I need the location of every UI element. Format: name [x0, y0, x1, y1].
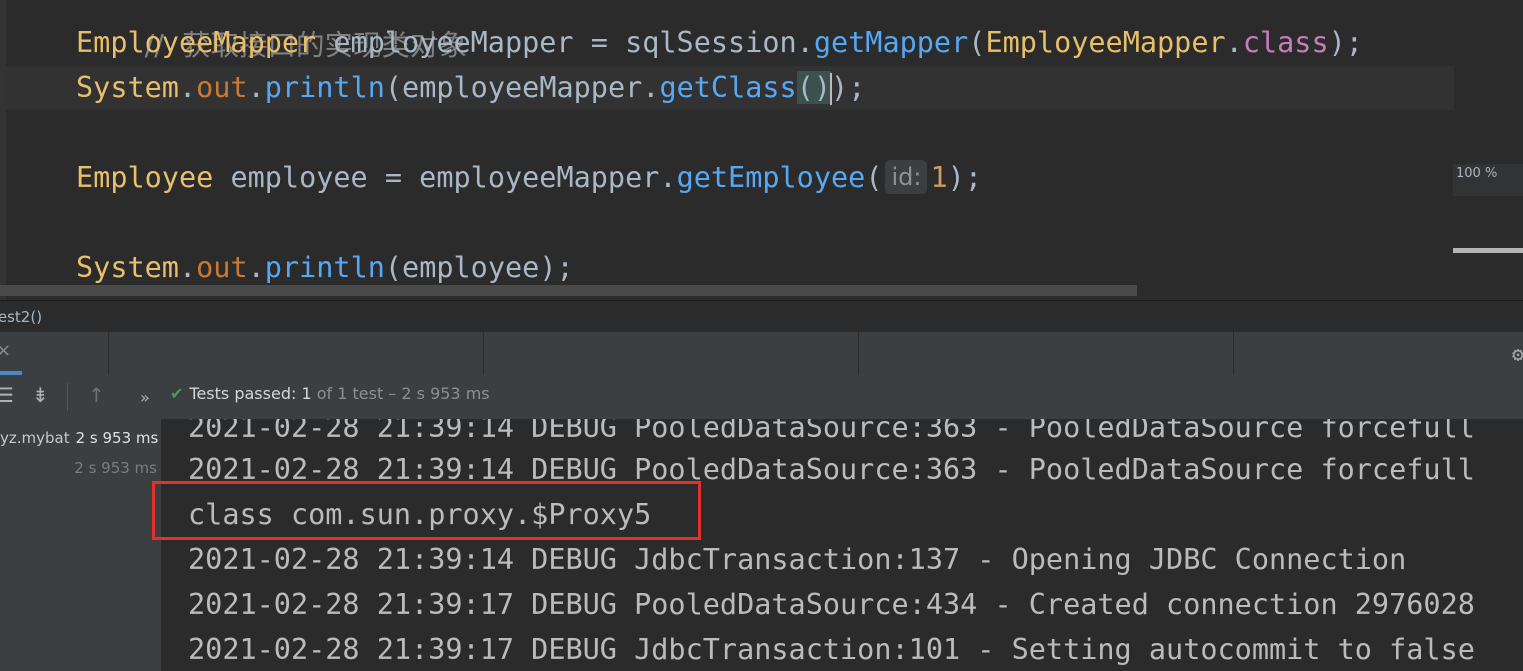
- token-punc: (: [865, 161, 883, 194]
- breadcrumb[interactable]: test2(): [0, 300, 1523, 333]
- toolbar-divider: [67, 383, 68, 411]
- token-punc: (: [968, 26, 986, 59]
- token-var: employee = employeeMapper.: [213, 161, 677, 194]
- token-field: out: [196, 251, 248, 284]
- token-method: println: [264, 251, 385, 284]
- code-line-getemployee[interactable]: Employee employee = employeeMapper.getEm…: [76, 155, 982, 200]
- tab-divider: [858, 332, 859, 375]
- code-editor[interactable]: // 获取接口的实现类对象 EmployeeMapper employeeMap…: [0, 0, 1523, 300]
- token-var: employeeMapper = sqlSession.: [316, 26, 814, 59]
- token-punc: );: [831, 71, 866, 104]
- token-punc: .: [247, 71, 265, 104]
- code-line-println-getclass[interactable]: System.out.println(employeeMapper.getCla…: [76, 65, 865, 110]
- bracket-match-highlight: (): [796, 71, 832, 104]
- console-output[interactable]: 2021-02-28 21:39:14 DEBUG PooledDataSour…: [162, 419, 1523, 671]
- token-punc: );: [947, 161, 982, 194]
- token-method: println: [264, 71, 385, 104]
- token-class: System: [76, 71, 179, 104]
- token-type: EmployeeMapper: [76, 26, 317, 59]
- tab-divider: [1233, 332, 1234, 375]
- token-punc: .: [178, 71, 197, 104]
- token-class: System: [76, 251, 179, 284]
- gear-icon[interactable]: ⚙: [1512, 342, 1523, 366]
- close-icon[interactable]: ×: [0, 340, 11, 361]
- token-args: (employee);: [384, 251, 574, 284]
- test-name: yz.mybat: [0, 429, 70, 447]
- tab-divider: [108, 332, 109, 375]
- token-punc: .: [178, 251, 197, 284]
- tests-passed-label: Tests passed: 1: [189, 384, 312, 403]
- tab-divider: [483, 332, 484, 375]
- token-number: 1: [930, 161, 948, 194]
- console-line: 2021-02-28 21:39:17 DEBUG PooledDataSour…: [188, 588, 1475, 621]
- token-field: out: [196, 71, 248, 104]
- tests-summary: of 1 test – 2 s 953 ms: [311, 384, 490, 403]
- editor-gutter: [0, 0, 6, 300]
- horizontal-scrollbar[interactable]: [0, 285, 1137, 296]
- breadcrumb-method[interactable]: test2(): [0, 301, 42, 333]
- token-punc: .: [247, 251, 265, 284]
- token-arg-type: EmployeeMapper: [985, 26, 1226, 59]
- test-status: ✔ Tests passed: 1 of 1 test – 2 s 953 ms: [170, 382, 490, 406]
- check-icon: ✔: [170, 384, 184, 403]
- more-actions-icon[interactable]: »: [140, 388, 150, 407]
- console-line: 2021-02-28 21:39:14 DEBUG PooledDataSour…: [188, 419, 1475, 444]
- console-line: 2021-02-28 21:39:14 DEBUG JdbcTransactio…: [188, 543, 1407, 576]
- token-punc: .: [1225, 26, 1243, 59]
- token-method: getClass: [659, 71, 797, 104]
- token-keyword: class: [1242, 26, 1329, 59]
- annotation-highlight-box: [152, 481, 701, 540]
- token-type: Employee: [76, 161, 214, 194]
- collapse-all-icon[interactable]: ⇟: [32, 383, 49, 407]
- token-args: (employeeMapper.: [384, 71, 660, 104]
- zoom-indicator[interactable]: 100 %: [1453, 164, 1523, 196]
- test-tree[interactable]: yz.mybat 2 s 953 ms 2 s 953 ms: [0, 419, 162, 671]
- token-punc: );: [1328, 26, 1363, 59]
- token-method: getEmployee: [676, 161, 866, 194]
- zoom-slider[interactable]: [1453, 248, 1523, 253]
- token-method: getMapper: [813, 26, 969, 59]
- run-tab-strip: [0, 332, 1523, 375]
- test-duration: 2 s 953 ms: [75, 429, 159, 447]
- code-line-println-employee[interactable]: System.out.println(employee);: [76, 245, 574, 290]
- parameter-hint: id:: [885, 160, 928, 194]
- expand-all-icon[interactable]: ☰: [0, 383, 14, 407]
- test-tree-item[interactable]: yz.mybat 2 s 953 ms: [0, 429, 158, 447]
- test-tree-item-duration[interactable]: 2 s 953 ms: [74, 459, 157, 477]
- arrow-up-icon[interactable]: ↑: [88, 383, 105, 407]
- code-line-getmapper[interactable]: EmployeeMapper employeeMapper = sqlSessi…: [76, 20, 1363, 65]
- console-line: 2021-02-28 21:39:17 DEBUG JdbcTransactio…: [188, 633, 1475, 666]
